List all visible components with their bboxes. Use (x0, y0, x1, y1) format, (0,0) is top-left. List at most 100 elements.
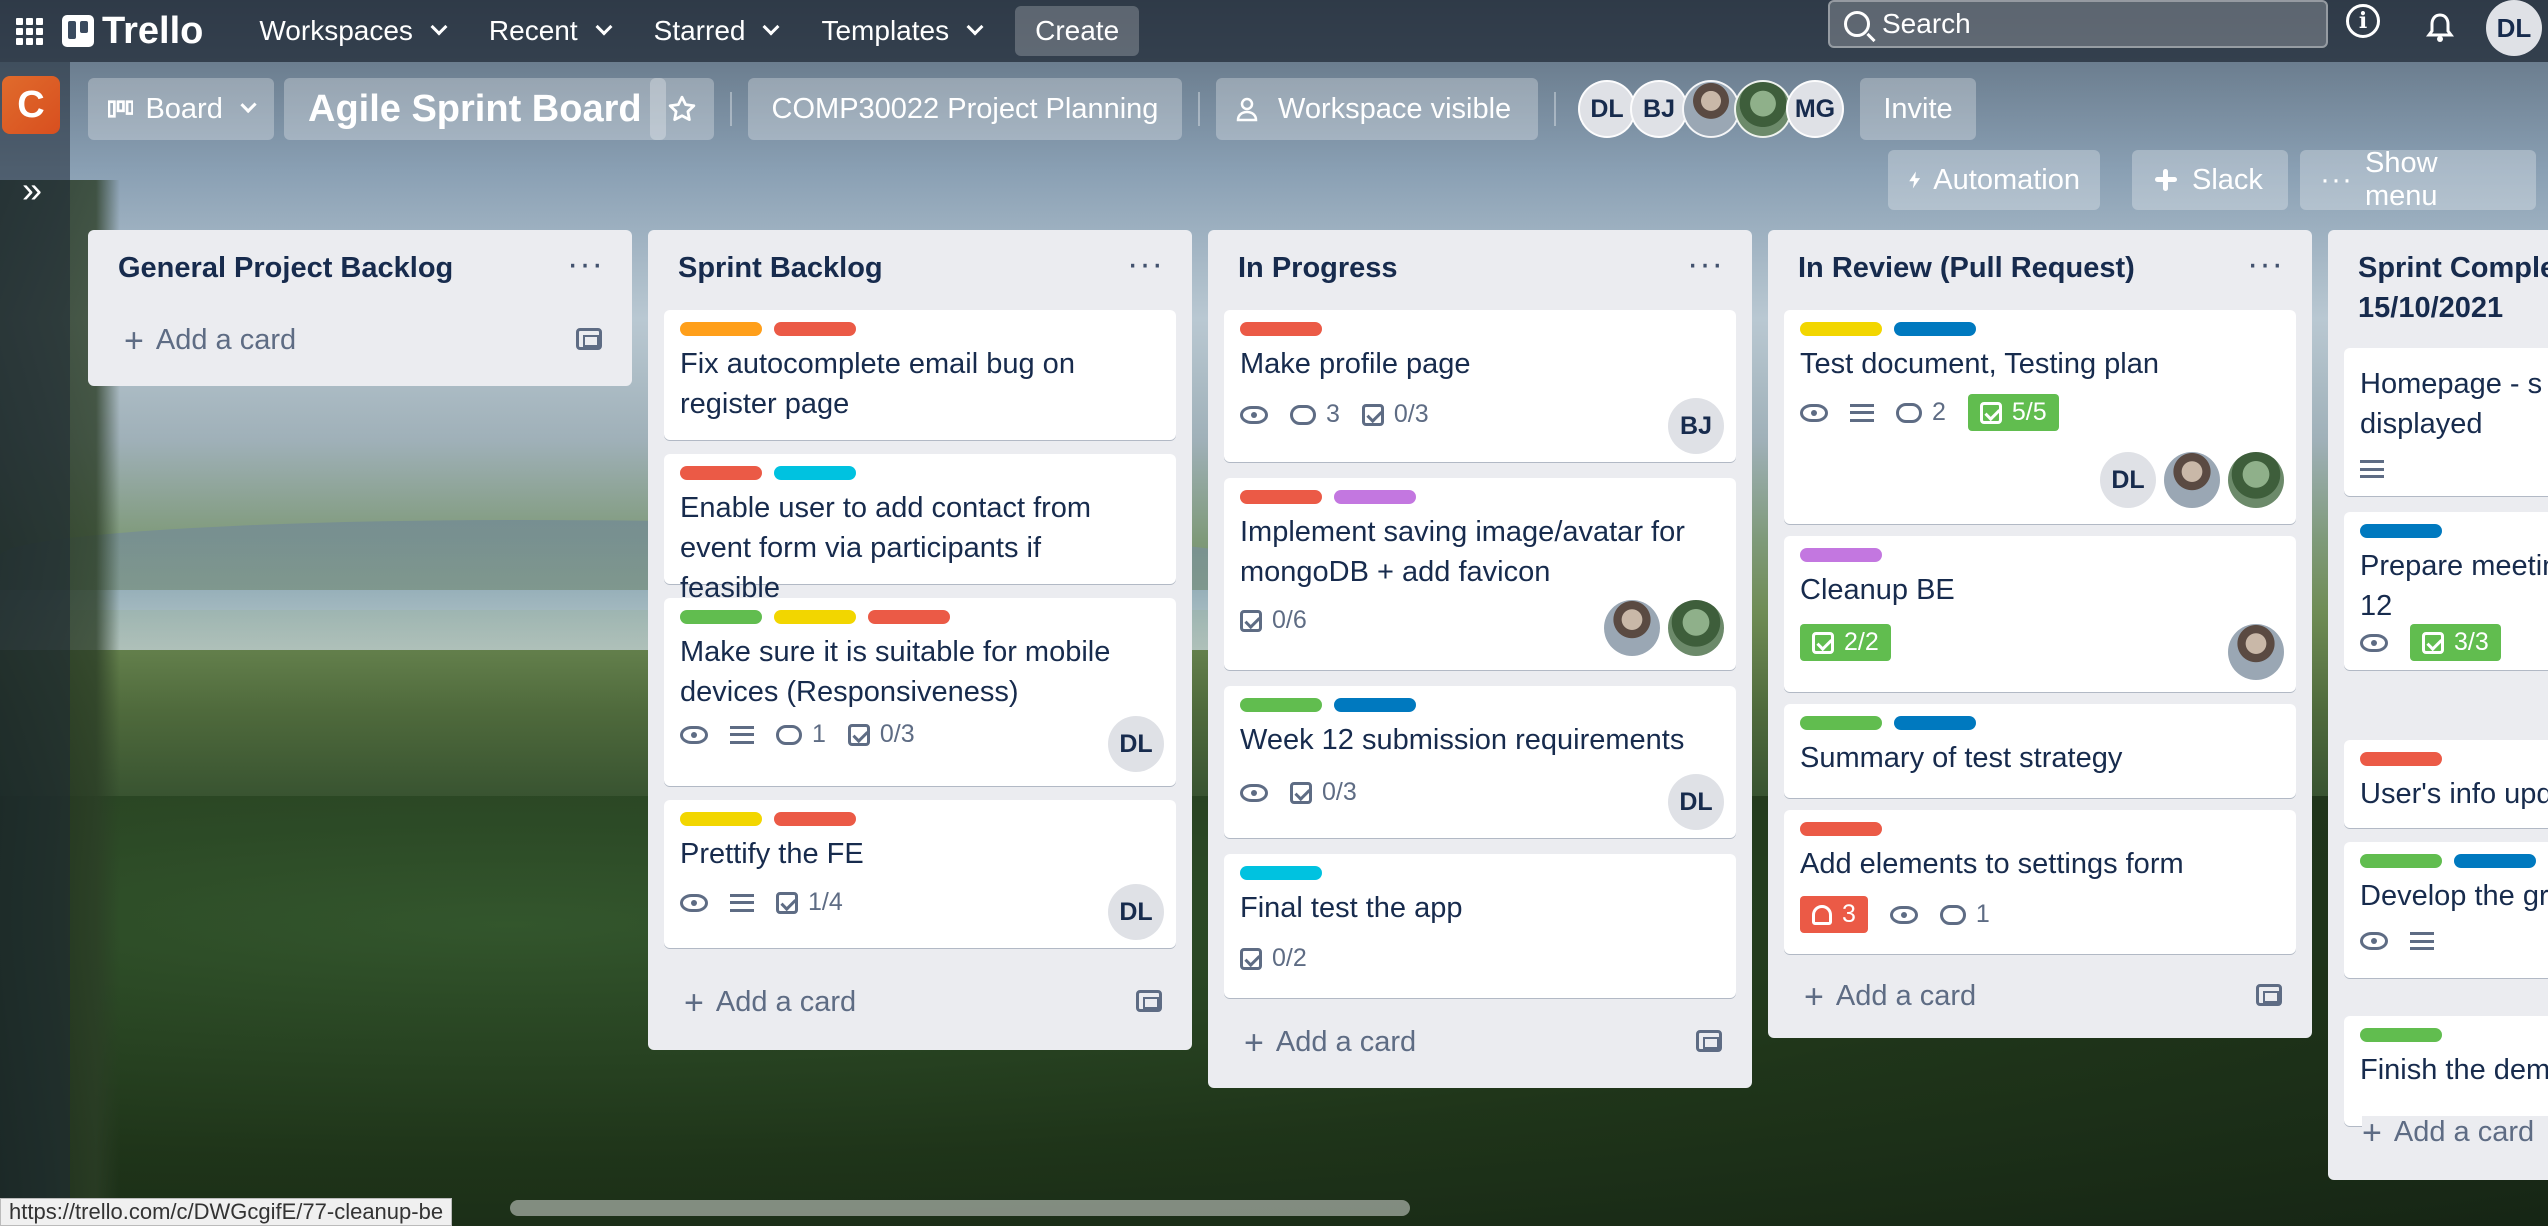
label-cyan (774, 466, 856, 480)
plus-icon: + (684, 983, 704, 1022)
chevron-down-icon (966, 18, 984, 36)
card-member-avatar[interactable]: DL (1108, 884, 1164, 940)
card[interactable]: Cleanup BE 2/2 (1784, 536, 2296, 692)
label-green (1240, 698, 1322, 712)
list-title[interactable]: Sprint Comple (2358, 252, 2548, 285)
board-title[interactable]: Agile Sprint Board (284, 78, 666, 140)
card-badges: 1/4 (680, 888, 843, 917)
card[interactable]: Homepage - s displayed (2344, 348, 2548, 496)
list-actions-icon[interactable]: ··· (2247, 247, 2284, 281)
list-title[interactable]: General Project Backlog (118, 252, 453, 285)
card-badges (2360, 932, 2434, 950)
add-card-button[interactable]: + Add a card (124, 324, 296, 358)
card[interactable]: Prettify the FE 1/4 DL (664, 800, 1176, 948)
card[interactable]: Test document, Testing plan 2 5/5 DL (1784, 310, 2296, 524)
card-member-avatar-photo[interactable] (2228, 624, 2284, 680)
card[interactable]: Develop the gr (2344, 842, 2548, 978)
checklist-badge: 1/4 (776, 888, 843, 917)
label-blue (1894, 322, 1976, 336)
member-avatar-photo[interactable] (1682, 80, 1740, 138)
workspace-name-button[interactable]: COMP30022 Project Planning (748, 78, 1182, 140)
card-member-avatar-photo[interactable] (1604, 600, 1660, 656)
automation-button[interactable]: Automation (1888, 150, 2100, 210)
card-labels (1800, 822, 1882, 836)
workspace-logo[interactable]: C (2, 76, 60, 134)
card-member-avatar-photo[interactable] (1668, 600, 1724, 656)
card[interactable]: Finish the dem (2344, 1016, 2548, 1126)
label-red (774, 322, 856, 336)
trello-logo[interactable]: Trello (62, 10, 203, 53)
create-button[interactable]: Create (1015, 6, 1140, 56)
checklist-badge: 0/3 (1361, 400, 1429, 429)
recent-menu[interactable]: Recent (471, 9, 628, 53)
visibility-button[interactable]: Workspace visible (1216, 78, 1538, 140)
add-card-button[interactable]: + Add a card (2362, 1116, 2548, 1150)
card[interactable]: User's info upd (2344, 740, 2548, 828)
card[interactable]: Make sure it is suitable for mobile devi… (664, 598, 1176, 786)
card[interactable]: Implement saving image/avatar for mongoD… (1224, 478, 1736, 670)
list-actions-icon[interactable]: ··· (1687, 247, 1724, 281)
label-red (2360, 752, 2442, 766)
member-avatar[interactable]: BJ (1630, 80, 1688, 138)
card-template-icon[interactable] (1696, 1030, 1722, 1052)
card-member-avatar[interactable]: DL (2100, 452, 2156, 508)
member-avatar[interactable]: DL (1578, 80, 1636, 138)
lightning-icon (1909, 171, 1921, 189)
board-view-icon (108, 100, 134, 118)
horizontal-scrollbar[interactable] (510, 1200, 1410, 1216)
show-menu-button[interactable]: ··· Show menu (2300, 147, 2536, 212)
card[interactable]: Fix autocomplete email bug on register p… (664, 310, 1176, 440)
label-red (1240, 490, 1322, 504)
list-general-project-backlog: General Project Backlog ··· + Add a card (88, 230, 632, 386)
card-member-avatar[interactable]: DL (1108, 716, 1164, 772)
board-view-switcher[interactable]: Board (88, 78, 274, 140)
list-actions-icon[interactable]: ··· (567, 247, 604, 281)
starred-menu[interactable]: Starred (636, 9, 796, 53)
card-labels (1800, 548, 1882, 562)
list-title[interactable]: In Progress (1238, 252, 1398, 285)
card[interactable]: Summary of test strategy (1784, 704, 2296, 798)
member-avatar-photo[interactable] (1734, 80, 1792, 138)
slack-button[interactable]: Slack (2132, 150, 2288, 210)
star-board-button[interactable] (650, 78, 714, 140)
app-switcher-icon[interactable] (14, 16, 44, 46)
card[interactable]: Add elements to settings form 3 1 (1784, 810, 2296, 954)
add-card-button[interactable]: + Add a card (684, 983, 856, 1022)
card[interactable]: Week 12 submission requirements 0/3 DL (1224, 686, 1736, 838)
label-blue (1894, 716, 1976, 730)
plus-icon: + (1244, 1023, 1264, 1062)
add-card-button[interactable]: + Add a card (1804, 980, 1977, 1014)
add-card-button[interactable]: + Add a card (1244, 1023, 1416, 1062)
card-title: Make sure it is suitable for mobile devi… (680, 636, 1111, 708)
card[interactable]: Final test the app 0/2 (1224, 854, 1736, 998)
list-sprint-backlog: Sprint Backlog ··· Fix autocomplete emai… (648, 230, 1192, 1050)
expand-sidebar-icon[interactable]: » (14, 172, 50, 208)
info-icon[interactable]: i (2346, 4, 2380, 38)
notifications-bell-icon[interactable] (2420, 8, 2460, 48)
label-red (1800, 822, 1882, 836)
add-card-label: Add a card (1835, 980, 1977, 1012)
card-template-icon[interactable] (1136, 990, 1162, 1012)
user-avatar[interactable]: DL (2486, 0, 2542, 56)
card-labels (680, 466, 856, 480)
card-member-avatar-photo[interactable] (2228, 452, 2284, 508)
card[interactable]: Make profile page 3 0/3 BJ (1224, 310, 1736, 462)
search-input[interactable]: Search (1828, 0, 2328, 48)
card-template-icon[interactable] (2256, 984, 2282, 1006)
checklist-icon (1240, 947, 1262, 970)
card[interactable]: Enable user to add contact from event fo… (664, 454, 1176, 604)
workspaces-menu[interactable]: Workspaces (241, 9, 463, 53)
list-actions-icon[interactable]: ··· (1127, 247, 1164, 281)
member-avatar[interactable]: MG (1786, 80, 1844, 138)
list-title[interactable]: In Review (Pull Request) (1798, 252, 2135, 285)
templates-menu[interactable]: Templates (803, 9, 999, 53)
card-template-icon[interactable] (576, 328, 602, 350)
card-member-avatar[interactable]: DL (1668, 774, 1724, 830)
list-title[interactable]: Sprint Backlog (678, 252, 883, 285)
invite-button[interactable]: Invite (1860, 78, 1976, 140)
card-labels (1800, 716, 1976, 730)
card-member-avatar-photo[interactable] (2164, 452, 2220, 508)
card[interactable]: Prepare meetin 12 3/3 (2344, 512, 2548, 670)
card-member-avatar[interactable]: BJ (1668, 398, 1724, 454)
label-blue (2360, 524, 2442, 538)
